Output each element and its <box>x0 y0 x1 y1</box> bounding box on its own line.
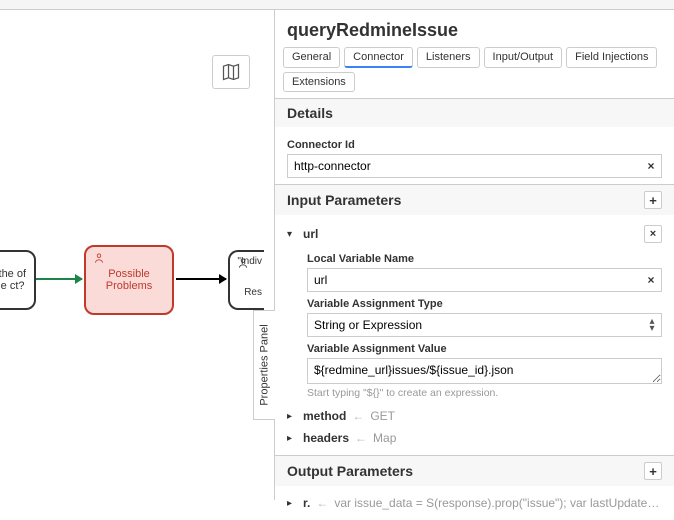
param-name: url <box>303 227 318 241</box>
properties-panel: Properties Panel queryRedmineIssue Gener… <box>274 10 674 500</box>
section-input-params-body: ▾ url × Local Variable Name × Variable A… <box>275 215 674 455</box>
section-input-params-header[interactable]: Input Parameters + <box>275 184 674 215</box>
properties-panel-label: Properties Panel <box>259 324 271 405</box>
var-assignment-type-label: Variable Assignment Type <box>307 298 662 310</box>
tab-field-injections[interactable]: Field Injections <box>566 47 657 68</box>
connector-id-input[interactable] <box>288 155 641 177</box>
section-output-params-body: ▸ r. ← var issue_data = S(response).prop… <box>275 486 674 520</box>
param-preview: GET <box>370 409 662 423</box>
arrow-left-icon: ← <box>352 409 364 423</box>
diagram-node[interactable]: "Indiv Res <box>228 250 264 310</box>
add-input-param-button[interactable]: + <box>644 191 662 209</box>
local-var-name-label: Local Variable Name <box>307 253 662 265</box>
local-var-name-field: × <box>307 268 662 292</box>
add-output-param-button[interactable]: + <box>644 462 662 480</box>
diagram-node[interactable]: s the of the ct? <box>0 250 36 310</box>
tab-general[interactable]: General <box>283 47 340 68</box>
param-url-details: Local Variable Name × Variable Assignmen… <box>287 253 662 405</box>
app-toolbar <box>0 0 674 10</box>
sequence-flow[interactable] <box>36 278 82 280</box>
chevron-down-icon[interactable]: ▾ <box>287 229 297 240</box>
clear-icon[interactable]: × <box>641 159 661 173</box>
connector-id-label: Connector Id <box>287 139 662 151</box>
section-output-params-header[interactable]: Output Parameters + <box>275 455 674 486</box>
connector-id-field: × <box>287 154 662 178</box>
var-assignment-value-label: Variable Assignment Value <box>307 343 662 355</box>
chevron-right-icon[interactable]: ▸ <box>287 433 297 444</box>
arrow-left-icon: ← <box>316 496 328 510</box>
tab-connector[interactable]: Connector <box>344 47 413 68</box>
element-name-title: queryRedmineIssue <box>275 10 674 47</box>
chevron-right-icon[interactable]: ▸ <box>287 498 297 509</box>
param-row-method[interactable]: ▸ method ← GET <box>287 405 662 427</box>
tab-input-output[interactable]: Input/Output <box>484 47 563 68</box>
node-label: Possible Problems <box>90 268 168 292</box>
chevron-right-icon[interactable]: ▸ <box>287 411 297 422</box>
node-label: s the of the ct? <box>0 268 30 292</box>
param-preview: Map <box>373 431 662 445</box>
arrow-left-icon: ← <box>355 431 367 445</box>
section-details-header[interactable]: Details <box>275 98 674 127</box>
section-details-body: Connector Id × <box>275 127 674 184</box>
param-name: r. <box>303 496 310 510</box>
param-row-output[interactable]: ▸ r. ← var issue_data = S(response).prop… <box>287 492 662 514</box>
properties-panel-toggle[interactable]: Properties Panel <box>253 310 275 420</box>
expression-hint: Start typing "${}" to create an expressi… <box>307 387 662 399</box>
diagram-node-selected[interactable]: Possible Problems <box>84 245 174 315</box>
delete-param-button[interactable]: × <box>644 225 662 243</box>
tab-extensions[interactable]: Extensions <box>283 72 355 92</box>
tab-listeners[interactable]: Listeners <box>417 47 480 68</box>
var-assignment-type-select[interactable] <box>308 314 643 336</box>
section-title: Input Parameters <box>287 192 401 208</box>
map-icon <box>221 62 241 82</box>
var-assignment-type-field: ▴▾ <box>307 313 662 337</box>
param-preview: var issue_data = S(response).prop("issue… <box>334 496 662 510</box>
var-assignment-value-input[interactable] <box>308 359 661 383</box>
select-arrows-icon: ▴▾ <box>643 318 661 332</box>
param-name: method <box>303 409 346 423</box>
var-assignment-value-field <box>307 358 662 384</box>
properties-tabs: General Connector Listeners Input/Output… <box>275 47 674 98</box>
param-row-headers[interactable]: ▸ headers ← Map <box>287 427 662 449</box>
section-title: Output Parameters <box>287 463 413 479</box>
local-var-name-input[interactable] <box>308 269 641 291</box>
sequence-flow[interactable] <box>176 278 226 280</box>
param-name: headers <box>303 431 349 445</box>
node-label: Res <box>244 287 262 298</box>
section-title: Details <box>287 105 333 121</box>
minimap-button[interactable] <box>212 55 250 89</box>
node-label: "Indiv <box>237 256 262 267</box>
clear-icon[interactable]: × <box>641 273 661 287</box>
param-row-url[interactable]: ▾ url × <box>287 221 662 247</box>
user-task-icon <box>92 251 106 265</box>
